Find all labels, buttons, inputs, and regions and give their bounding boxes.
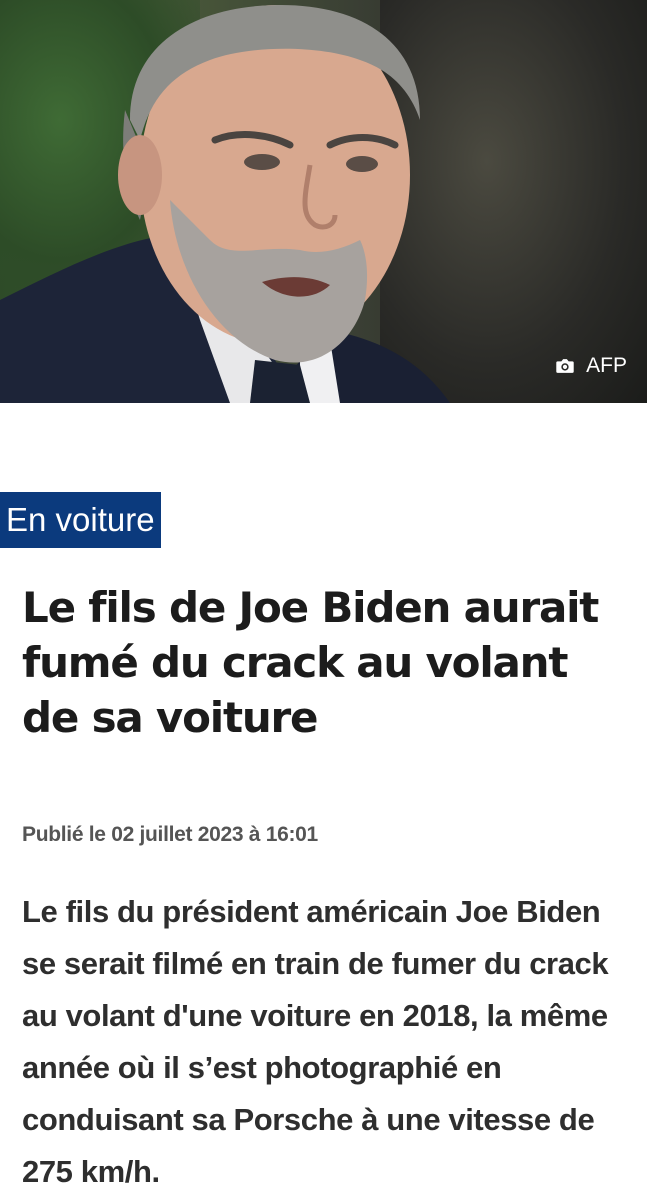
article-lede: Le fils du président américain Joe Biden… bbox=[22, 894, 609, 1189]
photo-credit-label: AFP bbox=[586, 354, 627, 377]
article-headline: Le fils de Joe Biden aurait fumé du crac… bbox=[22, 583, 599, 742]
camera-icon bbox=[556, 359, 574, 373]
photo-credit: AFP bbox=[554, 352, 627, 380]
published-date: Publié le 02 juillet 2023 à 16:01 bbox=[22, 823, 318, 846]
category-tag[interactable]: En voiture bbox=[0, 492, 161, 548]
hero-photo[interactable]: AFP bbox=[0, 0, 647, 403]
portrait-illustration bbox=[0, 5, 450, 403]
